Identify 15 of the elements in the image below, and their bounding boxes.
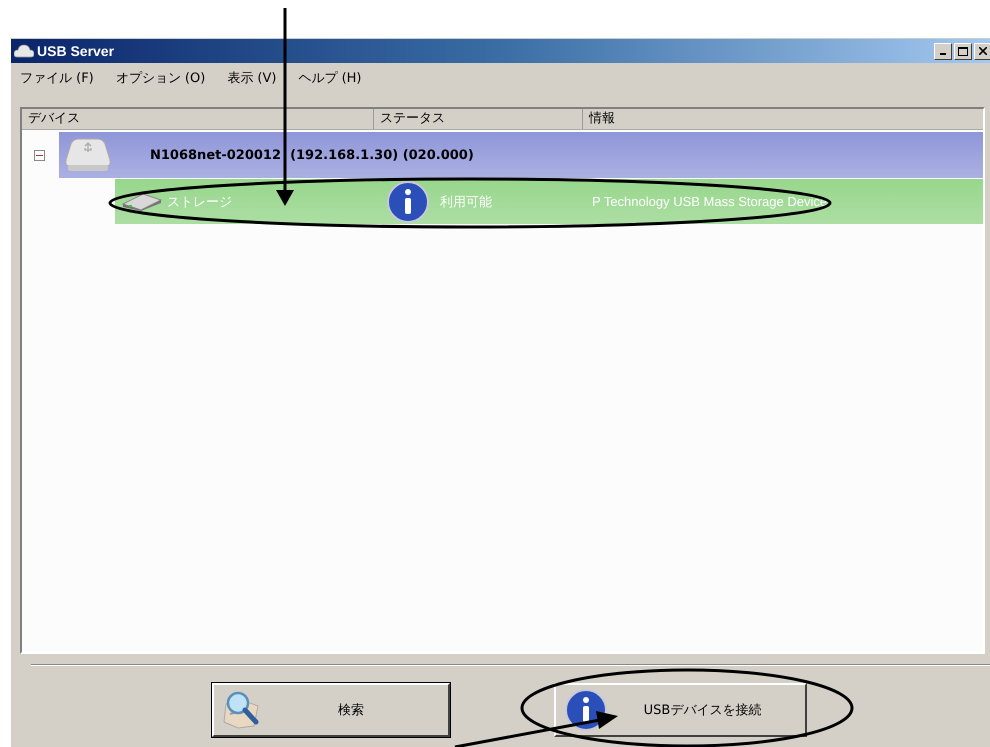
server-row[interactable]: N1068net-020012 (192.168.1.30) (020.000)	[59, 132, 983, 178]
connect-button[interactable]: USBデバイスを接続	[554, 683, 807, 737]
column-header[interactable]: 情報	[583, 109, 983, 129]
column-header[interactable]: デバイス	[22, 109, 374, 129]
device-name: ストレージ	[167, 192, 232, 210]
menu-item[interactable]: オプション (O)	[116, 69, 206, 91]
menu-item[interactable]: ヘルプ (H)	[298, 69, 362, 91]
menu-item[interactable]: ファイル (F)	[20, 69, 94, 91]
column-header[interactable]: ステータス	[374, 109, 583, 129]
server-name: N1068net-020012 (192.168.1.30) (020.000)	[150, 148, 474, 162]
window-title: USB Server	[37, 43, 114, 59]
menu-item[interactable]: 表示 (V)	[227, 69, 276, 91]
device-status: 利用可能	[440, 192, 492, 210]
search-button[interactable]: 検索	[212, 683, 450, 737]
device-info: P Technology USB Mass Storage Device	[592, 194, 828, 209]
